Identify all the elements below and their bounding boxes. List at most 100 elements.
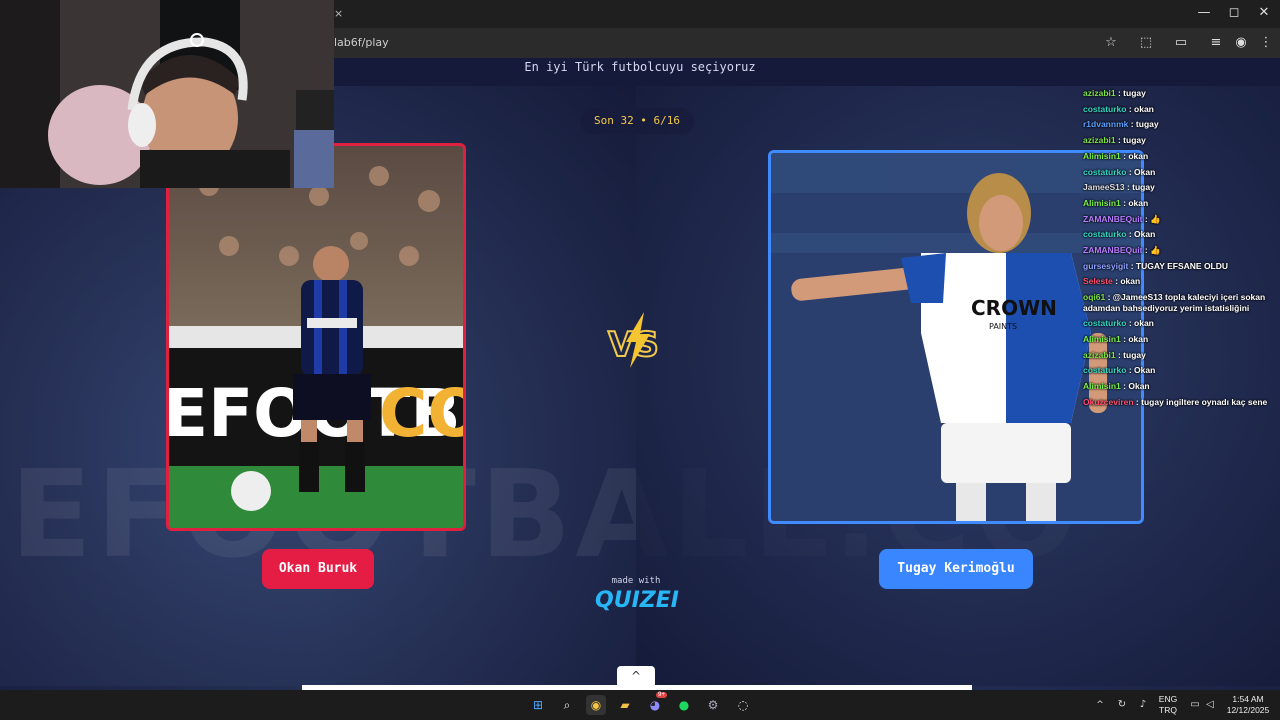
quizei-logo[interactable]: QUIZEI [592,588,682,613]
chat-message: azizabi1 : tugay [1083,348,1280,364]
left-player-image: EFOOTB CO [169,146,466,528]
reading-list-icon[interactable]: ≡ [1207,34,1225,52]
chat-username: JameeS13 [1083,182,1125,193]
chat-message: JameeS13 : tugay [1083,180,1280,196]
chat-username: Alimisin1 [1083,333,1121,344]
left-choice-card[interactable]: EFOOTB CO [166,143,466,531]
chat-message: ZAMANBEQuit : 👍 [1083,212,1280,228]
maximize-button[interactable]: ◻ [1224,5,1244,20]
chat-message: Alimisin1 : Okan [1083,379,1280,395]
chat-username: Seleste [1083,276,1113,287]
chat-separator: : [1126,318,1135,329]
extensions-icon[interactable]: ⬚ [1137,34,1155,52]
chat-message: Alimisin1 : okan [1083,332,1280,348]
tab-close-button[interactable]: × [334,7,343,20]
close-window-button[interactable]: ✕ [1254,5,1274,20]
chat-username: azizabi1 [1083,88,1116,98]
chat-text: tugay ingiltere oynadı kaç sene [1141,396,1268,407]
settings-icon[interactable]: ⚙ [703,695,723,715]
chat-username: costaturko [1083,365,1127,376]
streamer-webcam [0,0,334,188]
sponsor-text: CROWN [971,296,1057,320]
chat-username: Okuzceviren [1083,396,1134,407]
chat-message: Okuzceviren : tugay ingiltere oynadı kaç… [1083,395,1280,411]
page-subtitle: En iyi Türk futbolcuyu seçiyoruz [524,60,756,74]
clock-date[interactable]: 12/12/2025 [1222,705,1274,715]
chat-text: tugay [1123,88,1146,98]
star-icon[interactable]: ☆ [1102,34,1120,52]
chat-text: tugay [1123,135,1146,146]
chat-message: Seleste : okan [1083,274,1280,290]
chat-text: Okan [1134,166,1156,177]
chat-username: azizabi1 [1083,349,1116,360]
windows-taskbar: ⊞ ⌕ ◉ ▰ ◕ 9+ ● ⚙ ◌ ^ ↻ ♪ ENG TRQ ▭ ◁ 1:5… [0,690,1280,720]
chat-separator: : [1126,103,1135,114]
chat-message: gursesyigit : TUGAY EFSANE OLDU [1083,259,1280,275]
chat-separator: : [1126,365,1135,376]
cast-icon[interactable]: ▭ [1172,34,1190,52]
chat-text: 👍 [1150,213,1161,224]
chat-text: okan [1128,197,1149,208]
language-bottom[interactable]: TRQ [1155,705,1181,715]
url-field[interactable]: lab6f/play [334,36,389,49]
chat-message: azizabi1 : tugay [1083,86,1280,102]
chat-separator: : [1105,292,1113,303]
file-explorer-icon[interactable]: ▰ [615,695,635,715]
chat-text: tugay [1132,182,1155,193]
chat-username: costaturko [1083,166,1127,177]
chat-username: azizabi1 [1083,135,1116,146]
chat-message: costaturko : okan [1083,102,1280,118]
chevron-up-icon[interactable]: ^ [617,666,655,686]
chat-separator: : [1128,260,1136,271]
tugay-kerimoglu-button[interactable]: Tugay Kerimoğlu [879,549,1033,589]
chat-message: Alimisin1 : okan [1083,196,1280,212]
sync-icon[interactable]: ↻ [1112,695,1132,715]
chat-message: costaturko : Okan [1083,363,1280,379]
chat-username: ZAMANBEQuit [1083,245,1143,256]
minimize-button[interactable]: — [1194,5,1214,20]
svg-text:CO: CO [379,375,466,452]
chat-username: costaturko [1083,229,1127,240]
chat-separator: : [1126,166,1135,177]
obs-icon[interactable]: ◌ [733,695,753,715]
discord-icon[interactable]: ◕ [645,695,665,715]
chat-username: costaturko [1083,103,1127,114]
chat-text: Okan [1134,229,1156,240]
round-badge: Son 32 • 6/16 [580,108,694,134]
chat-message: costaturko : Okan [1083,227,1280,243]
chat-text: TUGAY EFSANE OLDU [1135,260,1229,271]
chat-text: tugay [1123,349,1146,360]
profile-icon[interactable]: ◉ [1232,34,1250,52]
made-with-text: made with [611,576,661,586]
more-icon[interactable]: ⋮ [1257,34,1275,52]
chat-username: oqi61 [1083,292,1106,303]
chat-text: okan [1128,150,1149,161]
microphone-icon[interactable]: ♪ [1133,695,1153,715]
chevron-up-tray-icon[interactable]: ^ [1090,695,1110,715]
chat-text: Okan [1128,380,1150,391]
spotify-icon[interactable]: ● [674,695,694,715]
chat-username: Alimisin1 [1083,197,1121,208]
chat-username: gursesyigit [1083,260,1129,271]
chat-text: okan [1134,318,1154,329]
chat-message: Alimisin1 : okan [1083,149,1280,165]
chat-username: costaturko [1083,318,1127,329]
chat-username: Alimisin1 [1083,150,1121,161]
chat-message: costaturko : Okan [1083,165,1280,181]
search-icon[interactable]: ⌕ [557,695,577,715]
chat-separator: : [1133,396,1142,407]
language-top[interactable]: ENG [1155,694,1181,704]
clock-time[interactable]: 1:54 AM [1222,694,1274,704]
chat-username: Alimisin1 [1083,380,1121,391]
chat-text: Okan [1134,365,1156,376]
chat-separator: : [1126,229,1135,240]
vs-lightning-icon: VS [607,312,660,368]
volume-icon[interactable]: ◁ [1200,695,1220,715]
start-icon[interactable]: ⊞ [528,695,548,715]
chat-text: okan [1128,333,1149,344]
okan-buruk-button[interactable]: Okan Buruk [262,549,374,589]
chat-text: tugay [1135,119,1159,130]
chrome-icon[interactable]: ◉ [586,695,606,715]
chat-message: ZAMANBEQuit : 👍 [1083,243,1280,259]
sponsor-subtext: PAINTS [989,322,1017,331]
